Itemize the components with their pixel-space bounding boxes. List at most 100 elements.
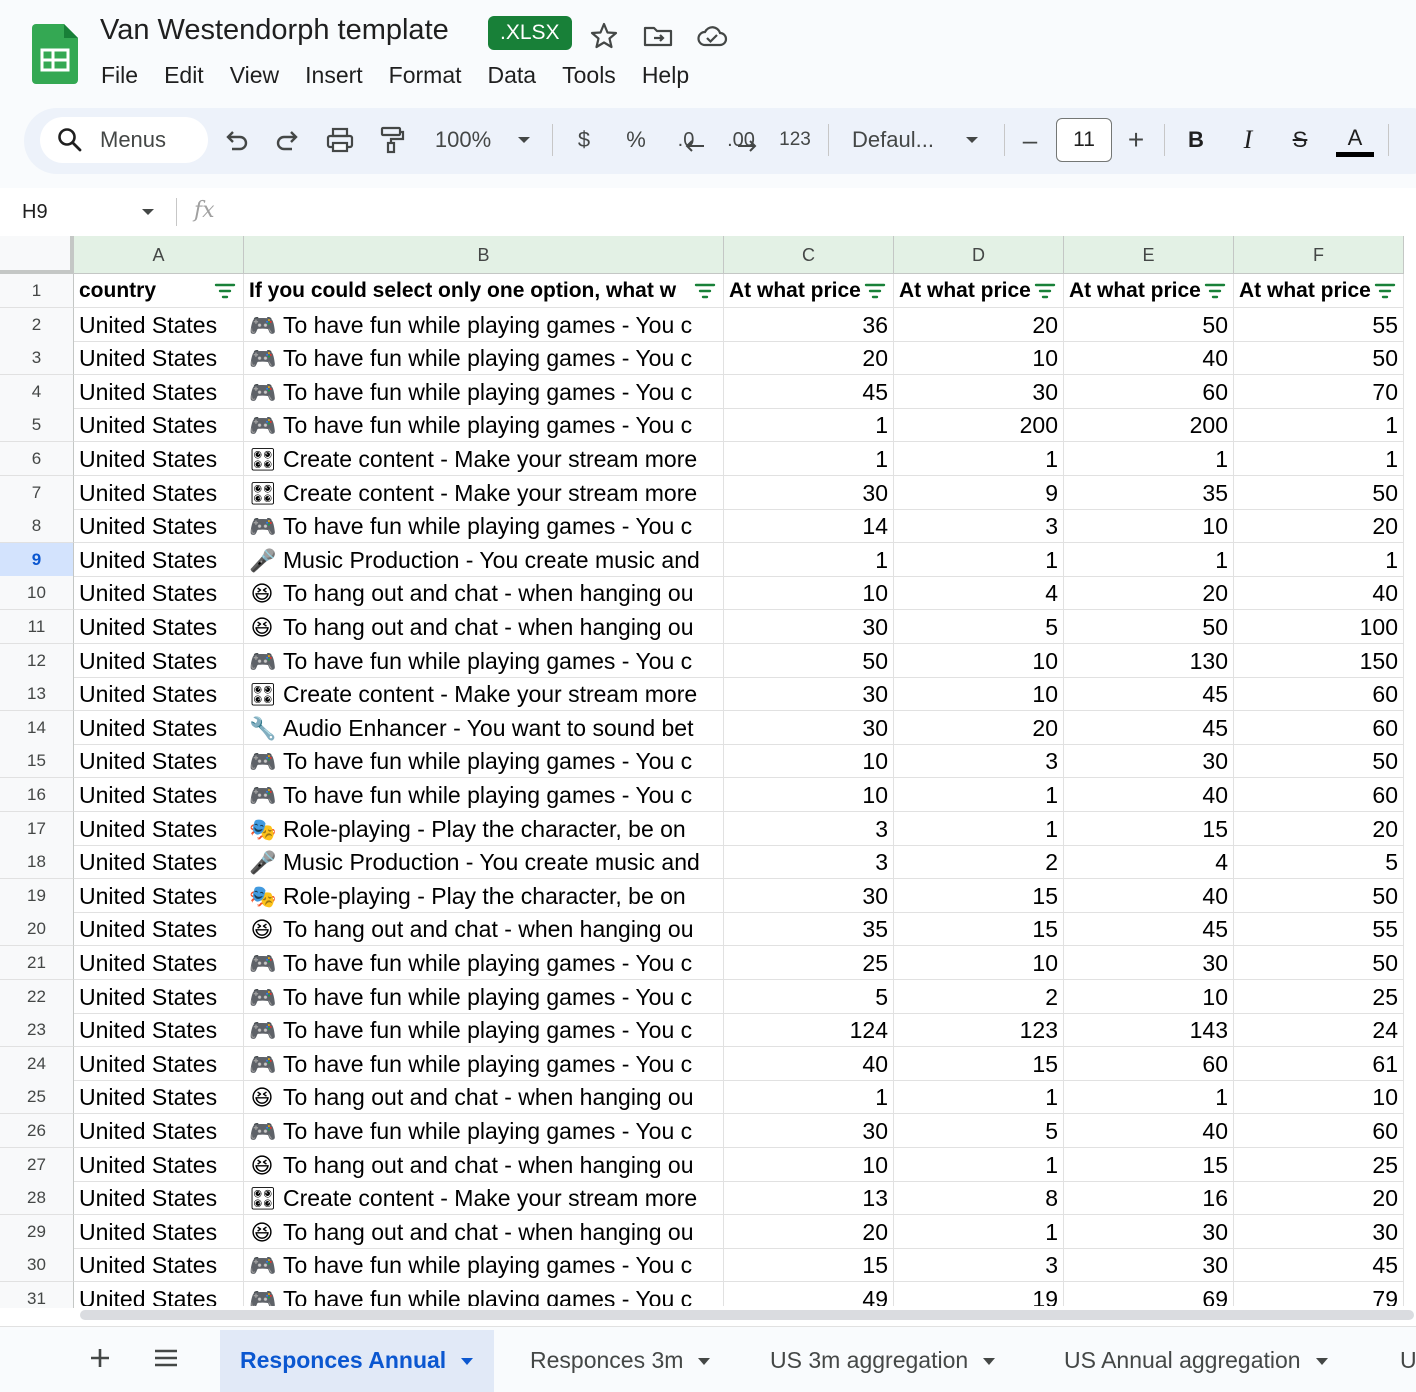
row-header[interactable]: 1 [0,274,74,308]
cell-e[interactable]: 45 [1064,912,1234,947]
cell-f[interactable]: 100 [1234,610,1404,644]
cell-d[interactable]: 1 [894,542,1064,577]
row-header[interactable]: 18 [0,845,74,880]
cell-b[interactable]: 🎮 To have fun while playing games - You c [244,374,724,409]
cell-d[interactable]: 20 [894,307,1064,342]
move-folder-icon[interactable] [642,20,674,52]
menu-tools[interactable]: Tools [549,58,629,92]
cell-a[interactable]: United States [74,778,244,812]
cell-f[interactable]: 60 [1234,677,1404,712]
row-header[interactable]: 4 [0,374,74,409]
cell-f[interactable]: 1 [1234,542,1404,577]
cell-c[interactable]: 30 [724,878,894,913]
row-header[interactable]: 29 [0,1214,74,1249]
cell-a[interactable]: United States [74,1214,244,1249]
filter-icon[interactable] [1374,282,1396,300]
cell-e[interactable]: 40 [1064,878,1234,913]
add-sheet-icon[interactable] [86,1344,114,1372]
star-icon[interactable] [588,20,620,52]
cell-d[interactable]: 4 [894,576,1064,611]
row-header[interactable]: 21 [0,946,74,980]
sheet-tab[interactable]: US Annual aggregation [1044,1330,1349,1392]
cell-b[interactable]: 🎮 To have fun while playing games - You c [244,1114,724,1148]
cell-c[interactable]: 30 [724,1114,894,1148]
cell-b[interactable]: 🎭 Role-playing - Play the character, be o… [244,878,724,913]
filter-icon[interactable] [1204,282,1226,300]
cell-b[interactable]: 😆 To hang out and chat - when hanging ou [244,1080,724,1115]
document-title[interactable]: Van Westendorph template [100,14,449,47]
cell-c[interactable]: 10 [724,576,894,611]
row-header[interactable]: 27 [0,1147,74,1182]
cell-d[interactable]: 15 [894,878,1064,913]
menu-view[interactable]: View [217,58,292,92]
cell-f[interactable]: 60 [1234,778,1404,812]
horizontal-scrollbar[interactable] [80,1310,1414,1320]
cell-e[interactable]: 15 [1064,811,1234,846]
cell-b[interactable]: 🎮 To have fun while playing games - You c [244,643,724,678]
cell-e[interactable]: 30 [1064,946,1234,980]
cell-e[interactable]: 10 [1064,509,1234,544]
sheets-logo-icon[interactable] [32,24,78,84]
cell-d[interactable]: 3 [894,744,1064,779]
sheet-tab[interactable]: US 3m aggregation [750,1330,1016,1392]
row-header[interactable]: 20 [0,912,74,947]
filter-icon[interactable] [214,282,236,300]
cell-b[interactable]: 🎮 To have fun while playing games - You c [244,946,724,980]
cell-f[interactable]: 50 [1234,946,1404,980]
cell-f[interactable]: 30 [1234,1214,1404,1249]
cell-a[interactable]: United States [74,710,244,745]
cell-f[interactable]: 50 [1234,475,1404,510]
cell-d[interactable]: 10 [894,946,1064,980]
cell-a[interactable]: United States [74,811,244,846]
cell-e[interactable]: 35 [1064,475,1234,510]
row-header[interactable]: 11 [0,610,74,644]
cell-d[interactable]: 5 [894,1114,1064,1148]
cell-d[interactable]: 20 [894,710,1064,745]
cell-f[interactable]: 55 [1234,912,1404,947]
cell-d[interactable]: 2 [894,845,1064,880]
cell-d[interactable]: 8 [894,1181,1064,1216]
cell-c[interactable]: 30 [724,610,894,644]
cell-b[interactable]: 🎮 To have fun while playing games - You c [244,1282,724,1308]
chevron-down-icon[interactable] [140,206,156,218]
cell-e[interactable]: 4 [1064,845,1234,880]
column-header-a[interactable]: A [74,236,244,274]
cell-b[interactable]: 🎮 To have fun while playing games - You c [244,744,724,779]
cell-f[interactable]: 1 [1234,442,1404,476]
cell-c[interactable]: 20 [724,341,894,376]
increase-font-size-button[interactable]: + [1120,124,1152,156]
column-header-d[interactable]: D [894,236,1064,274]
cell-b[interactable]: 🎮 To have fun while playing games - You c [244,1248,724,1283]
cell-a[interactable]: United States [74,509,244,544]
cell-c[interactable]: 10 [724,1147,894,1182]
cell-c[interactable]: 49 [724,1282,894,1308]
cell-e[interactable]: 40 [1064,1114,1234,1148]
row-header[interactable]: 6 [0,442,74,476]
number-format-button[interactable]: 123 [776,124,814,156]
cell-d[interactable]: 200 [894,408,1064,443]
cell-b[interactable]: 🎮 To have fun while playing games - You c [244,341,724,376]
cell-a[interactable]: United States [74,442,244,476]
cell-a[interactable]: United States [74,307,244,342]
cell-b[interactable]: 😆 To hang out and chat - when hanging ou [244,1147,724,1182]
row-header[interactable]: 24 [0,1046,74,1081]
name-box[interactable]: H9 [22,200,48,224]
cell-d[interactable]: 1 [894,442,1064,476]
menu-edit[interactable]: Edit [151,58,217,92]
cell-c[interactable]: 15 [724,1248,894,1283]
cell-a[interactable]: United States [74,408,244,443]
cell-a[interactable]: United States [74,374,244,409]
cell-e[interactable]: 40 [1064,778,1234,812]
cell-e[interactable]: 45 [1064,710,1234,745]
row-header[interactable]: 31 [0,1282,74,1308]
row-header[interactable]: 8 [0,509,74,544]
cell-e[interactable]: 30 [1064,744,1234,779]
cell-a[interactable]: United States [74,845,244,880]
cell-b[interactable]: 🎮 To have fun while playing games - You c [244,1046,724,1081]
cell-c[interactable]: 30 [724,677,894,712]
chevron-down-icon[interactable] [508,124,540,156]
cell-f[interactable]: 40 [1234,576,1404,611]
cell-b[interactable]: 🎮 To have fun while playing games - You c [244,778,724,812]
cell-f[interactable]: 50 [1234,744,1404,779]
decrease-font-size-button[interactable]: – [1014,124,1046,156]
